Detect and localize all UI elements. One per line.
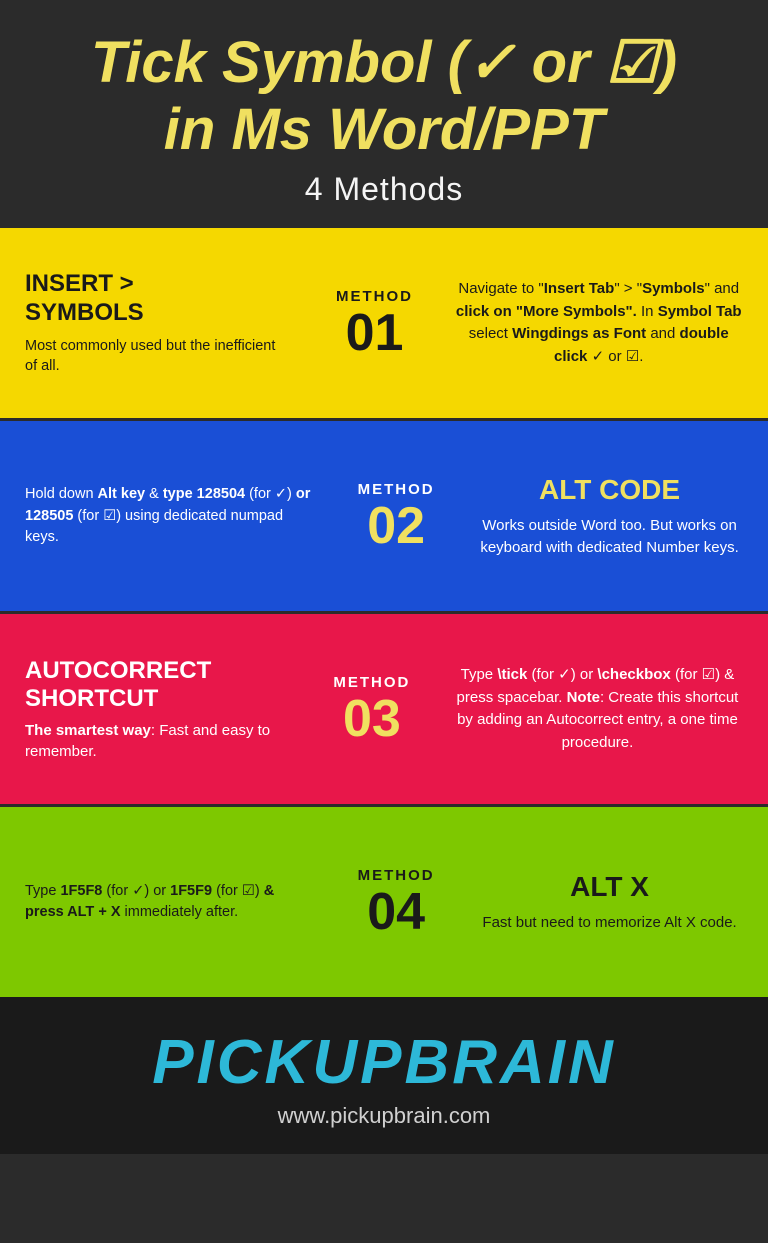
method-02-badge: METHOD 02 — [331, 421, 461, 611]
method-02-left: Hold down Alt key & type 128504 (for ✓) … — [0, 421, 331, 611]
method-04-row: Type 1F5F8 (for ✓) or 1F5F9 (for ☑) & pr… — [0, 807, 768, 997]
method-02-badge-label: METHOD — [358, 481, 435, 498]
header-section: Tick Symbol (✓ or ☑) in Ms Word/PPT 4 Me… — [0, 0, 768, 228]
method-04-badge: METHOD 04 — [331, 807, 461, 997]
method-04-left: Type 1F5F8 (for ✓) or 1F5F9 (for ☑) & pr… — [0, 807, 331, 997]
method-04-left-text: Type 1F5F8 (for ✓) or 1F5F9 (for ☑) & pr… — [25, 881, 316, 925]
page-subtitle: 4 Methods — [40, 171, 728, 208]
method-03-badge-label: METHOD — [333, 674, 410, 691]
method-03-left-title: AUTOCORRECTSHORTCUT — [25, 657, 292, 715]
method-02-right: ALT CODE Works outside Word too. But wor… — [461, 421, 768, 611]
method-01-left-desc: Most commonly used but the inefficient o… — [25, 336, 289, 377]
method-04-right-title: ALT X — [476, 870, 743, 904]
method-03-right-text: Type \tick (for ✓) or \checkbox (for ☑) … — [452, 664, 743, 754]
page-title: Tick Symbol (✓ or ☑) in Ms Word/PPT — [40, 30, 728, 163]
method-01-left-title: INSERT >SYMBOLS — [25, 270, 289, 328]
footer-section: PICKUPBRAIN www.pickupbrain.com — [0, 997, 768, 1154]
method-02-right-title: ALT CODE — [476, 473, 743, 507]
method-03-badge: METHOD 03 — [307, 614, 437, 804]
method-02-left-text: Hold down Alt key & type 128504 (for ✓) … — [25, 484, 316, 549]
method-04-badge-number: 04 — [367, 886, 425, 938]
footer-url: www.pickupbrain.com — [20, 1103, 748, 1129]
method-02-badge-number: 02 — [367, 500, 425, 552]
method-01-row: INSERT >SYMBOLS Most commonly used but t… — [0, 228, 768, 418]
method-04-right: ALT X Fast but need to memorize Alt X co… — [461, 807, 768, 997]
footer-brand: PICKUPBRAIN — [20, 1027, 748, 1098]
method-03-badge-number: 03 — [343, 693, 401, 745]
method-01-badge-number: 01 — [346, 307, 404, 359]
method-01-left: INSERT >SYMBOLS Most commonly used but t… — [0, 228, 309, 418]
method-01-right-text: Navigate to "Insert Tab" > "Symbols" and… — [454, 278, 743, 368]
method-03-row: AUTOCORRECTSHORTCUT The smartest way: Fa… — [0, 614, 768, 804]
method-04-badge-label: METHOD — [358, 867, 435, 884]
method-02-right-desc: Works outside Word too. But works on key… — [476, 515, 743, 560]
method-03-left-desc: The smartest way: Fast and easy to remem… — [25, 720, 292, 762]
method-03-right: Type \tick (for ✓) or \checkbox (for ☑) … — [437, 614, 768, 804]
method-01-badge-label: METHOD — [336, 288, 413, 305]
method-02-row: Hold down Alt key & type 128504 (for ✓) … — [0, 421, 768, 611]
method-04-right-desc: Fast but need to memorize Alt X code. — [476, 912, 743, 935]
method-01-right: Navigate to "Insert Tab" > "Symbols" and… — [439, 228, 768, 418]
method-03-left: AUTOCORRECTSHORTCUT The smartest way: Fa… — [0, 614, 307, 804]
method-01-badge: METHOD 01 — [309, 228, 439, 418]
